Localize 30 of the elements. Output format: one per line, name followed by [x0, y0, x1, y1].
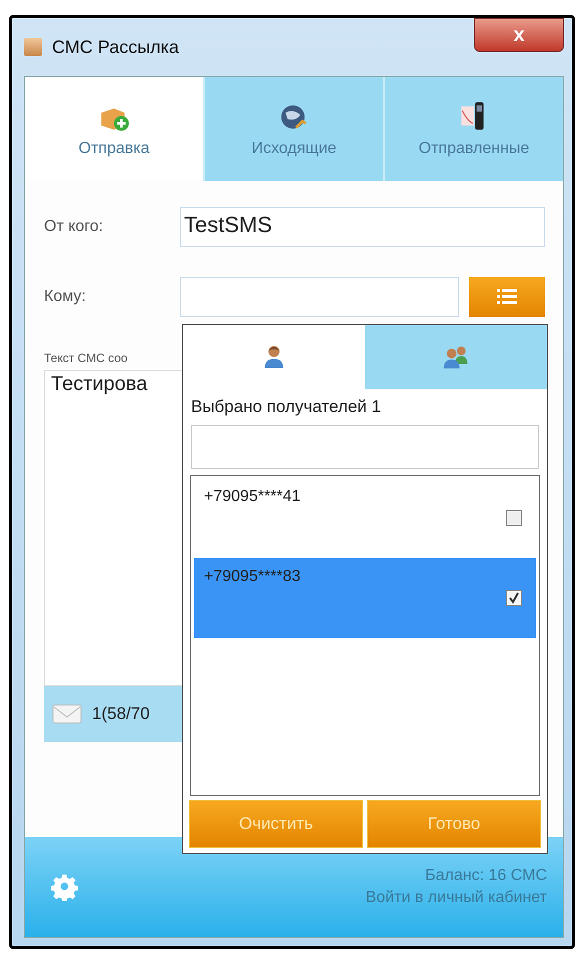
app-icon	[24, 38, 42, 56]
sms-counter: 1(58/70	[92, 704, 150, 724]
recipient-field[interactable]	[180, 277, 459, 317]
action-button[interactable]: Готово	[367, 800, 541, 848]
checkbox[interactable]	[506, 590, 522, 606]
tab[interactable]: Отправка	[25, 77, 203, 181]
settings-icon[interactable]	[51, 873, 79, 901]
person-icon	[263, 344, 285, 370]
recipient-row[interactable]: +79095****41	[194, 478, 536, 558]
checkbox[interactable]	[506, 510, 522, 526]
sender-field[interactable]: TestSMS	[180, 207, 545, 247]
balance-text: Баланс: 16 СМС	[425, 867, 547, 885]
recipient-label: Кому:	[44, 288, 87, 306]
popup-tab[interactable]	[365, 325, 547, 389]
close-button[interactable]: x	[474, 18, 564, 52]
contact-list-button[interactable]	[469, 277, 545, 317]
phone-number: +79095****83	[204, 568, 301, 587]
message-label: Текст СМС соо	[44, 351, 128, 365]
list-icon	[495, 287, 519, 307]
window-title: СМС Рассылка	[52, 36, 180, 58]
action-button[interactable]: Очистить	[189, 800, 363, 848]
account-link[interactable]: Войти в личный кабинет	[366, 889, 547, 907]
search-field[interactable]	[191, 425, 539, 469]
from-label: От кого:	[44, 218, 104, 236]
selected-count: Выбрано получателей 1	[190, 396, 382, 418]
phone-number: +79095****41	[204, 488, 301, 507]
envelope-icon	[52, 704, 82, 724]
people-icon	[442, 344, 470, 370]
recipient-row[interactable]: +79095****83	[194, 558, 536, 638]
message-text: Тестирова	[51, 373, 148, 395]
